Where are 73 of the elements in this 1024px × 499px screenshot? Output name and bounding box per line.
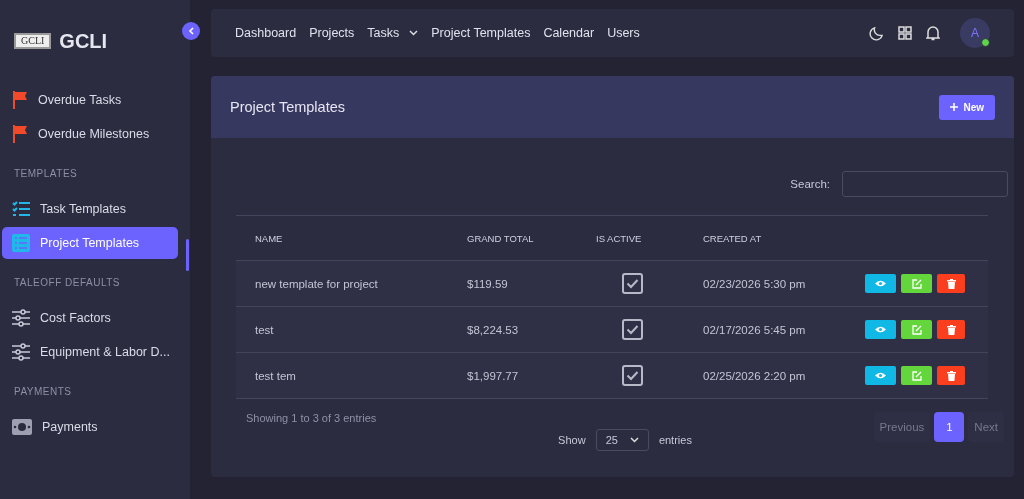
nav-link[interactable]: Users: [607, 26, 640, 40]
checklist-icon: [12, 201, 30, 217]
eye-icon: [875, 326, 886, 333]
checked-checkbox[interactable]: [622, 319, 643, 340]
chevron-down-icon: [409, 30, 419, 36]
sidebar-item[interactable]: Payments: [2, 411, 178, 443]
chevron-left-icon: [188, 27, 194, 35]
sidebar-item[interactable]: Cost Factors: [2, 302, 178, 334]
section-heading: PAYMENTS: [13, 385, 73, 399]
grid-icon[interactable]: [898, 26, 912, 40]
chevron-down-icon: [629, 437, 639, 443]
search-field[interactable]: [842, 171, 1008, 197]
sliders-icon: [12, 343, 30, 361]
collapse-button[interactable]: [182, 22, 200, 40]
edit-icon: [911, 278, 922, 289]
edit-icon: [911, 370, 922, 381]
sidebar-item[interactable]: Task Templates: [2, 193, 178, 225]
brand-name: GCLI: [59, 29, 108, 53]
sliders-icon: [12, 309, 30, 327]
column-header: NAME: [236, 215, 466, 261]
checked-checkbox[interactable]: [622, 273, 643, 294]
eye-icon: [875, 280, 886, 287]
nav-link[interactable]: Tasks: [367, 26, 419, 40]
flag-icon: [12, 125, 28, 143]
grand-total: $119.59: [467, 277, 508, 290]
sidebar-item[interactable]: Overdue Milestones: [2, 118, 178, 150]
plus-icon: [950, 103, 959, 111]
nav-link[interactable]: Dashboard: [235, 26, 297, 40]
trash-icon: [946, 370, 956, 381]
new-button[interactable]: New: [939, 94, 995, 120]
entries-label: entries: [658, 434, 692, 446]
created-at: 02/23/2026 5:30 pm: [703, 277, 806, 290]
grand-total: $1,997.77: [467, 369, 519, 382]
logo: GCLI: [14, 33, 52, 49]
delete-button[interactable]: [937, 320, 965, 339]
nav-link[interactable]: Calendar: [543, 26, 595, 40]
checked-checkbox[interactable]: [622, 365, 643, 386]
section-heading: TALEOFF DEFAULTS: [13, 276, 121, 290]
list-icon: [12, 234, 30, 252]
flag-icon: [12, 91, 28, 109]
page-button[interactable]: 1: [934, 412, 965, 442]
column-header: CREATED AT: [702, 215, 833, 261]
view-button[interactable]: [865, 274, 896, 293]
moon-icon[interactable]: [869, 25, 884, 41]
section-heading: TEMPLATES: [13, 167, 79, 181]
show-label: Show: [558, 434, 586, 446]
sidebar-item[interactable]: Project Templates: [2, 227, 178, 259]
column-header: GRAND TOTAL: [466, 215, 595, 261]
template-name: test: [255, 323, 274, 336]
created-at: 02/17/2026 5:45 pm: [703, 323, 806, 336]
page-size-select[interactable]: 25: [595, 429, 649, 451]
nav-link[interactable]: Projects: [309, 26, 355, 40]
template-name: new template for project: [255, 277, 378, 290]
sidebar-item[interactable]: Equipment & Labor D...: [2, 336, 178, 368]
view-button[interactable]: [865, 320, 896, 339]
view-button[interactable]: [865, 366, 896, 385]
entries-info: Showing 1 to 3 of 3 entries: [246, 412, 378, 426]
search-label: Search:: [790, 178, 830, 190]
grand-total: $8,224.53: [467, 323, 519, 336]
sidebar-item[interactable]: Overdue Tasks: [2, 84, 178, 116]
delete-button[interactable]: [937, 274, 965, 293]
card-title: Project Templates: [230, 99, 345, 115]
money-icon: [12, 419, 32, 435]
trash-icon: [946, 324, 956, 335]
delete-button[interactable]: [937, 366, 965, 385]
trash-icon: [946, 278, 956, 289]
edit-icon: [911, 324, 922, 335]
nav-link[interactable]: Project Templates: [431, 26, 531, 40]
eye-icon: [875, 372, 886, 379]
column-header: IS ACTIVE: [595, 215, 702, 261]
bell-icon[interactable]: [926, 25, 940, 41]
template-name: test tem: [255, 369, 296, 382]
created-at: 02/25/2026 2:20 pm: [703, 369, 806, 382]
